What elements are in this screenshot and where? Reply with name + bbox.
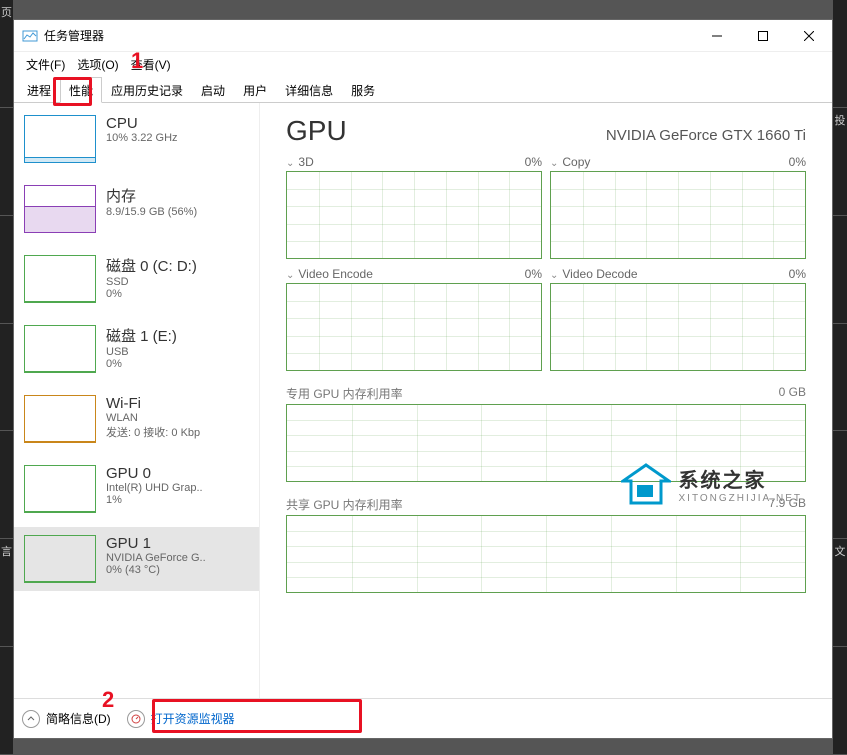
graph-selector-Copy[interactable]: ⌄Copy [550,155,590,169]
chevron-up-icon [22,710,40,728]
menu-options[interactable]: 选项(O) [71,56,124,73]
dedicated-mem-graph [286,404,806,482]
sidebar-item-Wi-Fi[interactable]: Wi-FiWLAN发送: 0 接收: 0 Kbp [14,387,259,457]
sidebar-item-内存[interactable]: 内存8.9/15.9 GB (56%) [14,177,259,247]
tab-服务[interactable]: 服务 [342,77,384,103]
sidebar-item-GPU 1[interactable]: GPU 1NVIDIA GeForce G..0% (43 °C) [14,527,259,597]
window-title: 任务管理器 [44,27,694,44]
tab-启动[interactable]: 启动 [192,77,234,103]
graph-selector-Video Decode[interactable]: ⌄Video Decode [550,267,638,281]
tab-进程[interactable]: 进程 [18,77,60,103]
graph-Copy [550,171,806,259]
tab-用户[interactable]: 用户 [234,77,276,103]
tab-性能[interactable]: 性能 [60,77,102,103]
close-button[interactable] [786,20,832,51]
footer-bar: 简略信息(D) 打开资源监视器 [14,698,832,738]
gauge-icon [127,710,145,728]
sidebar-item-GPU 0[interactable]: GPU 0Intel(R) UHD Grap..1% [14,457,259,527]
graph-3D [286,171,542,259]
open-resource-monitor-link[interactable]: 打开资源监视器 [127,710,235,728]
dedicated-mem-value: 0 GB [779,385,806,402]
performance-sidebar[interactable]: CPU10% 3.22 GHz内存8.9/15.9 GB (56%)磁盘 0 (… [14,103,260,698]
annotation-number-1: 1 [131,48,143,74]
graph-selector-3D[interactable]: ⌄3D [286,155,314,169]
tab-详细信息[interactable]: 详细信息 [276,77,342,103]
annotation-number-2: 2 [102,687,114,713]
app-icon [22,28,38,44]
shared-mem-value: 7.9 GB [769,496,806,513]
page-title: GPU [286,115,347,147]
gpu-name: NVIDIA GeForce GTX 1660 Ti [606,127,806,144]
graph-Video Decode [550,283,806,371]
sidebar-item-磁盘 0 (C: D:)[interactable]: 磁盘 0 (C: D:)SSD0% [14,247,259,317]
sidebar-item-磁盘 1 (E:)[interactable]: 磁盘 1 (E:)USB0% [14,317,259,387]
sidebar-item-CPU[interactable]: CPU10% 3.22 GHz [14,107,259,177]
dedicated-mem-label: 专用 GPU 内存利用率 [286,385,403,402]
maximize-button[interactable] [740,20,786,51]
shared-mem-graph [286,515,806,593]
gpu-detail-pane: GPU NVIDIA GeForce GTX 1660 Ti ⌄3D0%⌄Cop… [260,103,832,698]
menu-file[interactable]: 文件(F) [20,56,71,73]
task-manager-window: 任务管理器 文件(F) 选项(O) 查看(V) 进程性能应用历史记录启动用户详细… [13,19,833,739]
tab-应用历史记录[interactable]: 应用历史记录 [102,77,192,103]
fewer-details-button[interactable]: 简略信息(D) [22,710,111,728]
shared-mem-label: 共享 GPU 内存利用率 [286,496,403,513]
tab-bar: 进程性能应用历史记录启动用户详细信息服务 [14,76,832,102]
graph-selector-Video Encode[interactable]: ⌄Video Encode [286,267,373,281]
minimize-button[interactable] [694,20,740,51]
graph-Video Encode [286,283,542,371]
